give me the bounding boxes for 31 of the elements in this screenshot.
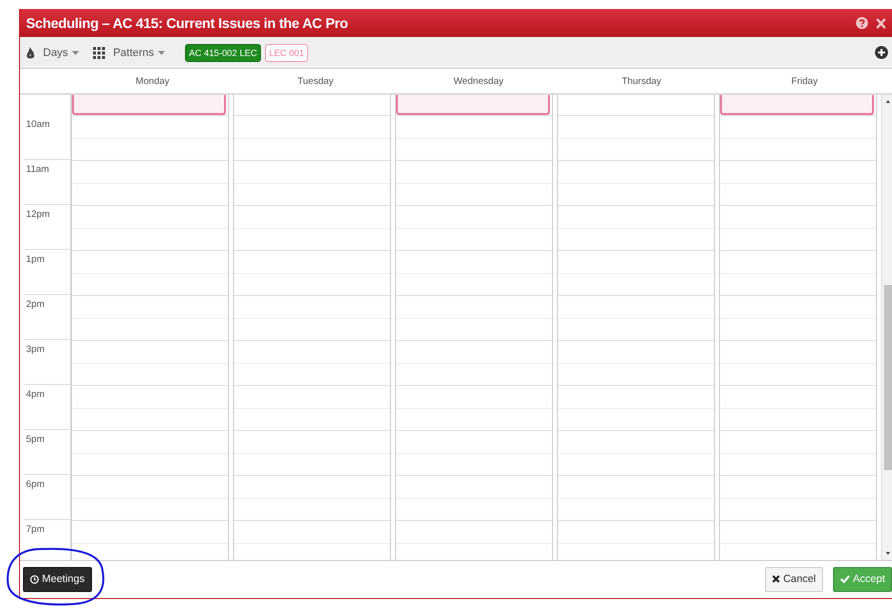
- clock-icon: [30, 574, 39, 584]
- scrollbar[interactable]: [881, 95, 892, 560]
- time-label: 2pm: [26, 299, 44, 310]
- time-label: 11am: [26, 164, 50, 175]
- close-icon: [772, 575, 780, 583]
- grid-icon[interactable]: [93, 46, 106, 58]
- day-header: Thursday: [622, 76, 662, 86]
- day-header: Tuesday: [297, 76, 334, 86]
- time-label: 1pm: [26, 254, 44, 265]
- time-label: 10am: [26, 119, 50, 130]
- section-tag[interactable]: AC 415-002 LEC: [185, 44, 262, 62]
- day-header: Friday: [791, 76, 818, 86]
- time-label: 3pm: [26, 344, 44, 355]
- help-icon[interactable]: [856, 17, 868, 29]
- time-label: 6pm: [26, 479, 44, 490]
- time-label: 12pm: [26, 209, 50, 220]
- time-label: 4pm: [26, 389, 44, 400]
- window-title: Scheduling – AC 415: Current Issues in the AC Pro: [26, 15, 349, 31]
- patterns-dropdown[interactable]: Patterns: [113, 46, 166, 58]
- close-icon[interactable]: [876, 18, 886, 28]
- caret-icon: [72, 50, 80, 54]
- check-icon: [840, 575, 850, 583]
- time-label: 7pm: [26, 524, 44, 535]
- days-dropdown[interactable]: Days: [43, 46, 80, 58]
- time-label: 5pm: [26, 434, 44, 445]
- add-icon[interactable]: [875, 46, 888, 59]
- meetings-button[interactable]: Meetings: [23, 566, 92, 592]
- cancel-button[interactable]: Cancel: [765, 566, 823, 592]
- caret-icon: [158, 50, 166, 54]
- day-header: Monday: [136, 76, 170, 86]
- day-header: Wednesday: [454, 76, 504, 86]
